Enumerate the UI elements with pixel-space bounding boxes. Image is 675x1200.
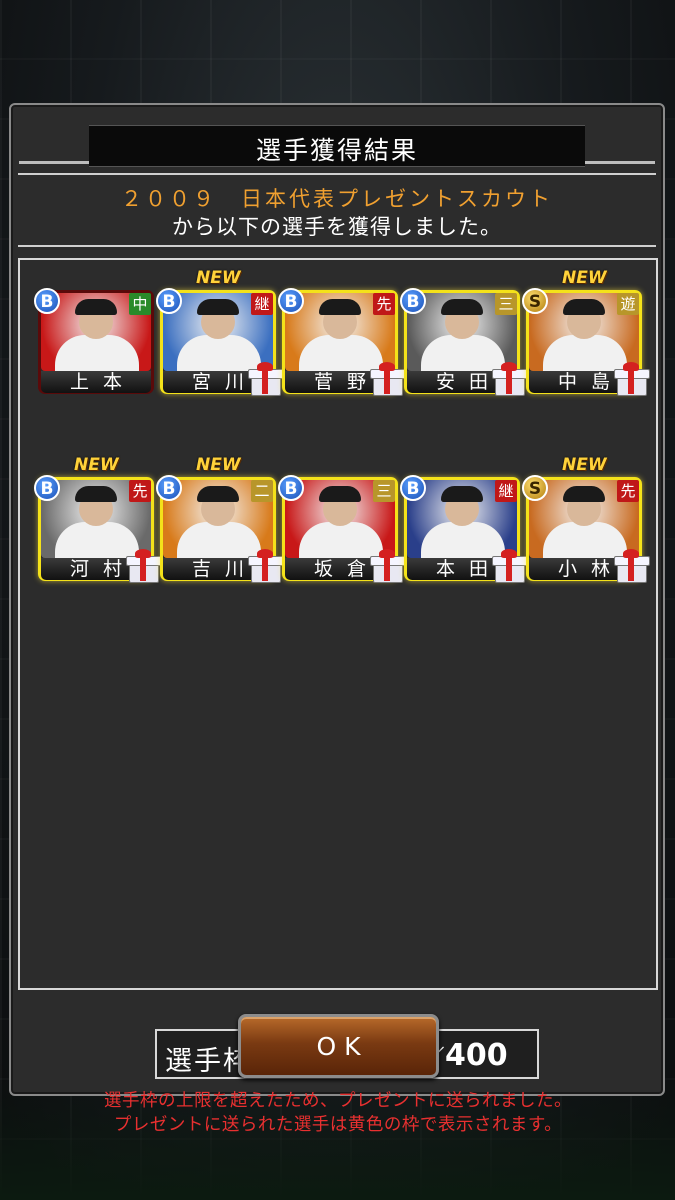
rank-badge-icon: B (278, 475, 304, 501)
gift-box-icon (492, 549, 528, 583)
gift-box-icon (614, 362, 650, 396)
silhouette-cap (197, 486, 239, 502)
new-tag: NEW (196, 268, 241, 288)
gift-bow (379, 362, 395, 371)
player-card[interactable]: 中島 S 遊 NEW (522, 268, 650, 396)
player-card[interactable]: 菅野 B 先 (278, 276, 406, 396)
silhouette-cap (441, 486, 483, 502)
position-badge: 中 (129, 293, 151, 315)
rank-badge-icon: S (522, 475, 548, 501)
gift-ribbon-v (628, 369, 634, 394)
gift-ribbon-v (628, 556, 634, 581)
rank-badge-icon: B (34, 288, 60, 314)
position-badge: 三 (373, 480, 395, 502)
position-badge: 継 (251, 293, 273, 315)
silhouette-cap (563, 486, 605, 502)
gift-ribbon-v (140, 556, 146, 581)
dialog-title: 選手獲得結果 (255, 136, 418, 165)
gift-box-icon (370, 362, 406, 396)
position-badge: 三 (495, 293, 517, 315)
silhouette-cap (75, 486, 117, 502)
silhouette-body (55, 335, 139, 371)
divider (18, 245, 656, 247)
position-badge: 継 (495, 480, 517, 502)
gift-box-icon (370, 549, 406, 583)
new-tag: NEW (562, 268, 607, 288)
rank-badge-icon: B (156, 475, 182, 501)
player-card[interactable]: 安田 B 三 (400, 276, 528, 396)
player-card[interactable]: 上本 B 中 (34, 276, 154, 394)
position-badge: 先 (129, 480, 151, 502)
gift-ribbon-v (384, 556, 390, 581)
gift-ribbon-v (384, 369, 390, 394)
gift-bow (623, 549, 639, 558)
divider (18, 173, 656, 175)
player-card[interactable]: 河村 B 先 NEW (34, 455, 162, 583)
gift-bow (135, 549, 151, 558)
new-tag: NEW (562, 455, 607, 475)
player-card[interactable]: 宮川 B 継 NEW (156, 268, 284, 396)
player-list-panel: 上本 B 中宮川 B 継 NEW 菅野 B 先安田 B 三中島 S 遊 NEW 河村 B 先 NEW 吉川 B 二 NEW… (18, 258, 658, 1135)
rank-badge-icon: B (278, 288, 304, 314)
rank-badge-icon: B (400, 288, 426, 314)
position-badge: 先 (617, 480, 639, 502)
silhouette-cap (319, 299, 361, 315)
scout-name: ２００９ 日本代表プレゼントスカウト (121, 187, 553, 211)
gift-ribbon-v (506, 556, 512, 581)
silhouette-cap (441, 299, 483, 315)
position-badge: 二 (251, 480, 273, 502)
gift-bow (257, 549, 273, 558)
player-name: 上本 (41, 371, 151, 393)
gift-bow (257, 362, 273, 371)
gift-ribbon-v (262, 369, 268, 394)
silhouette-cap (197, 299, 239, 315)
scout-result-dialog: 選手獲得結果 ２００９ 日本代表プレゼントスカウト から以下の選手を獲得しました… (9, 103, 665, 1135)
rank-badge-icon: B (400, 475, 426, 501)
notice-line-1: 選手枠の上限を超えたため、プレゼントに送られました。 (104, 1091, 572, 1111)
position-badge: 先 (373, 293, 395, 315)
gift-box-icon (248, 362, 284, 396)
gift-ribbon-v (262, 556, 268, 581)
gift-box-icon (614, 549, 650, 583)
position-badge: 遊 (617, 293, 639, 315)
ok-button[interactable]: OK (238, 1014, 439, 1078)
gift-box-icon (126, 549, 162, 583)
title-band: 選手獲得結果 (19, 125, 655, 167)
rank-badge-icon: S (522, 288, 548, 314)
silhouette-cap (319, 486, 361, 502)
player-card[interactable]: 坂倉 B 三 (278, 463, 406, 583)
ok-button-label: OK (316, 1032, 369, 1061)
rank-badge-icon: B (34, 475, 60, 501)
gift-bow (623, 362, 639, 371)
new-tag: NEW (196, 455, 241, 475)
silhouette-cap (75, 299, 117, 315)
gift-bow (501, 549, 517, 558)
player-card[interactable]: 小林 S 先 NEW (522, 455, 650, 583)
gift-ribbon-v (506, 369, 512, 394)
gift-bow (379, 549, 395, 558)
gift-box-icon (248, 549, 284, 583)
gift-bow (501, 362, 517, 371)
notice-line-2: プレゼントに送られた選手は黄色の枠で表示されます。 (113, 1115, 563, 1135)
rank-badge-icon: B (156, 288, 182, 314)
result-message: から以下の選手を獲得しました。 (172, 215, 502, 239)
gift-box-icon (492, 362, 528, 396)
player-card[interactable]: 吉川 B 二 NEW (156, 455, 284, 583)
new-tag: NEW (74, 455, 119, 475)
silhouette-cap (563, 299, 605, 315)
capacity-max: 400 (445, 1038, 508, 1073)
player-card[interactable]: 本田 B 継 (400, 463, 528, 583)
